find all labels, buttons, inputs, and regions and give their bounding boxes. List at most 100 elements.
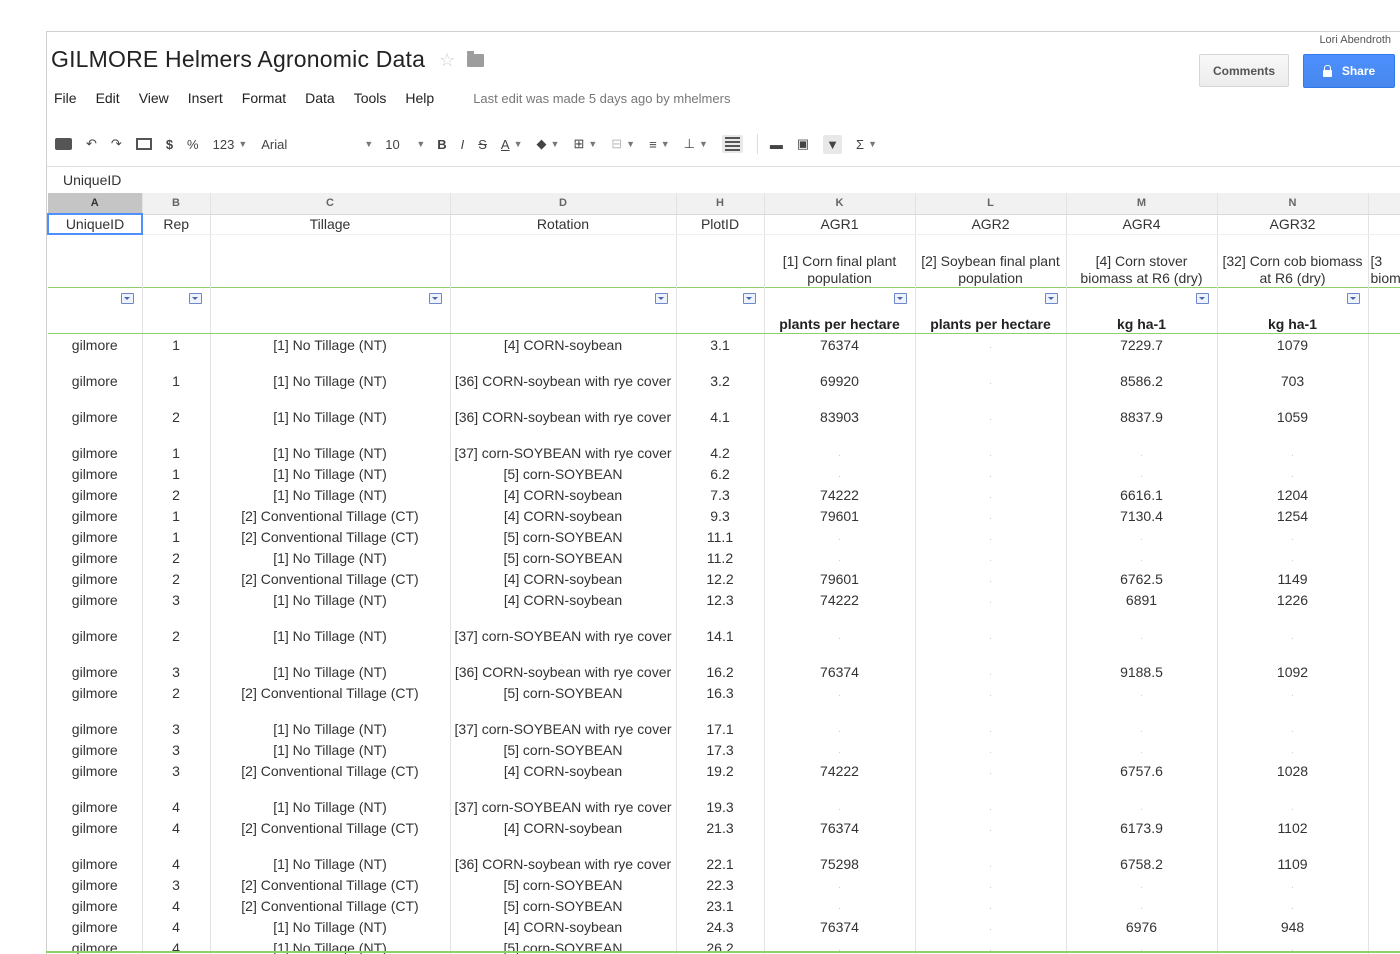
cell-agr1[interactable]: 74222: [764, 759, 916, 780]
column-header-next[interactable]: [1368, 193, 1400, 215]
star-icon[interactable]: ☆: [439, 51, 455, 69]
cell-agr32[interactable]: 1226: [1217, 588, 1369, 609]
cell-tillage[interactable]: [2] Conventional Tillage (CT): [210, 504, 451, 525]
cell-agr1[interactable]: 76374: [764, 915, 916, 936]
cell-rep[interactable]: 1: [142, 426, 211, 462]
cell-uniqueid[interactable]: gilmore: [48, 546, 143, 567]
cell-next[interactable]: [1368, 525, 1400, 546]
cell-uniqueid[interactable]: gilmore: [48, 873, 143, 894]
cell-tillage[interactable]: [2] Conventional Tillage (CT): [210, 816, 451, 837]
cell-rotation[interactable]: [5] corn-SOYBEAN: [450, 546, 677, 567]
valign-button[interactable]: ⊥ ▼: [684, 136, 708, 152]
cell-rep[interactable]: 2: [142, 546, 211, 567]
cell-next[interactable]: [1368, 333, 1400, 354]
cell-next[interactable]: [1368, 738, 1400, 759]
cell-tillage[interactable]: [1] No Tillage (NT): [210, 588, 451, 609]
cell-plotid[interactable]: 22.1: [676, 837, 765, 873]
menu-help[interactable]: Help: [405, 90, 434, 106]
header-cell-rotation[interactable]: Rotation: [450, 214, 677, 235]
cell-agr4[interactable]: 6173.9: [1066, 816, 1218, 837]
cell-agr32[interactable]: 1102: [1217, 816, 1369, 837]
cell-rep[interactable]: 1: [142, 333, 211, 354]
column-header-k[interactable]: K: [764, 193, 916, 215]
header-cell-agr2[interactable]: AGR2: [915, 214, 1067, 235]
cell-uniqueid[interactable]: gilmore: [48, 816, 143, 837]
cell-rep[interactable]: 3: [142, 738, 211, 759]
cell-agr2[interactable]: .: [915, 504, 1067, 525]
cell-agr4[interactable]: 6762.5: [1066, 567, 1218, 588]
column-header-n[interactable]: N: [1217, 193, 1369, 215]
cell-agr1[interactable]: .: [764, 780, 916, 816]
cell-rotation[interactable]: [5] corn-SOYBEAN: [450, 894, 677, 915]
cell-rotation[interactable]: [5] corn-SOYBEAN: [450, 462, 677, 483]
cell-plotid[interactable]: 17.1: [676, 702, 765, 738]
cell-plotid[interactable]: 12.2: [676, 567, 765, 588]
cell-plotid[interactable]: 6.2: [676, 462, 765, 483]
cell-next[interactable]: [1368, 915, 1400, 936]
cell-uniqueid[interactable]: gilmore: [48, 837, 143, 873]
cell-agr1[interactable]: .: [764, 702, 916, 738]
filter-dropdown-icon[interactable]: [654, 292, 668, 304]
cell-next[interactable]: [1368, 702, 1400, 738]
number-format-dropdown[interactable]: 123 ▼: [213, 137, 248, 152]
cell-agr32[interactable]: 1109: [1217, 837, 1369, 873]
cell-plotid[interactable]: 4.2: [676, 426, 765, 462]
cell-tillage[interactable]: [1] No Tillage (NT): [210, 915, 451, 936]
cell-agr4[interactable]: 6758.2: [1066, 837, 1218, 873]
cell-agr4[interactable]: .: [1066, 546, 1218, 567]
cell-rotation[interactable]: [5] corn-SOYBEAN: [450, 525, 677, 546]
cell-agr2[interactable]: .: [915, 738, 1067, 759]
cell-tillage[interactable]: [1] No Tillage (NT): [210, 780, 451, 816]
cell-rep[interactable]: 4: [142, 816, 211, 837]
cell-next[interactable]: [1368, 354, 1400, 390]
desc-cell[interactable]: [450, 234, 677, 287]
desc-cell[interactable]: [676, 234, 765, 287]
cell-tillage[interactable]: [2] Conventional Tillage (CT): [210, 759, 451, 780]
cell-agr1[interactable]: .: [764, 681, 916, 702]
comment-button[interactable]: ▬: [770, 137, 783, 152]
cell-rotation[interactable]: [4] CORN-soybean: [450, 504, 677, 525]
cell-plotid[interactable]: 22.3: [676, 873, 765, 894]
cell-rotation[interactable]: [36] CORN-soybean with rye cover: [450, 837, 677, 873]
cell-agr4[interactable]: .: [1066, 873, 1218, 894]
cell-rep[interactable]: 4: [142, 894, 211, 915]
undo-button[interactable]: ↶: [86, 136, 97, 152]
cell-agr4[interactable]: .: [1066, 681, 1218, 702]
cell-plotid[interactable]: 23.1: [676, 894, 765, 915]
cell-rotation[interactable]: [5] corn-SOYBEAN: [450, 738, 677, 759]
cell-next[interactable]: [1368, 816, 1400, 837]
cell-agr1[interactable]: 74222: [764, 483, 916, 504]
cell-agr32[interactable]: .: [1217, 873, 1369, 894]
percent-button[interactable]: %: [187, 137, 199, 152]
cell-agr1[interactable]: .: [764, 873, 916, 894]
column-header-b[interactable]: B: [142, 193, 211, 215]
filter-dropdown-icon[interactable]: [120, 292, 134, 304]
text-color-button[interactable]: A ▼: [501, 137, 523, 152]
cell-agr4[interactable]: 6891: [1066, 588, 1218, 609]
cell-plotid[interactable]: 19.2: [676, 759, 765, 780]
cell-agr4[interactable]: .: [1066, 780, 1218, 816]
cell-agr1[interactable]: 79601: [764, 504, 916, 525]
filter-dropdown-icon[interactable]: [893, 292, 907, 304]
desc-cell-agr2[interactable]: [2] Soybean final plant population: [915, 234, 1067, 287]
cell-agr1[interactable]: .: [764, 525, 916, 546]
cell-plotid[interactable]: 19.3: [676, 780, 765, 816]
cell-next[interactable]: [1368, 894, 1400, 915]
cell-agr4[interactable]: .: [1066, 525, 1218, 546]
cell-rep[interactable]: 4: [142, 837, 211, 873]
cell-agr32[interactable]: .: [1217, 681, 1369, 702]
cell-plotid[interactable]: 21.3: [676, 816, 765, 837]
cell-agr2[interactable]: .: [915, 645, 1067, 681]
cell-next[interactable]: [1368, 873, 1400, 894]
cell-agr2[interactable]: .: [915, 759, 1067, 780]
cell-tillage[interactable]: [1] No Tillage (NT): [210, 354, 451, 390]
cell-plotid[interactable]: 14.1: [676, 609, 765, 645]
cell-agr1[interactable]: .: [764, 738, 916, 759]
cell-next[interactable]: [1368, 426, 1400, 462]
cell-agr4[interactable]: 7229.7: [1066, 333, 1218, 354]
filter-dropdown-icon[interactable]: [1346, 292, 1360, 304]
cell-tillage[interactable]: [1] No Tillage (NT): [210, 738, 451, 759]
cell-uniqueid[interactable]: gilmore: [48, 333, 143, 354]
cell-agr32[interactable]: 1204: [1217, 483, 1369, 504]
cell-agr32[interactable]: .: [1217, 702, 1369, 738]
